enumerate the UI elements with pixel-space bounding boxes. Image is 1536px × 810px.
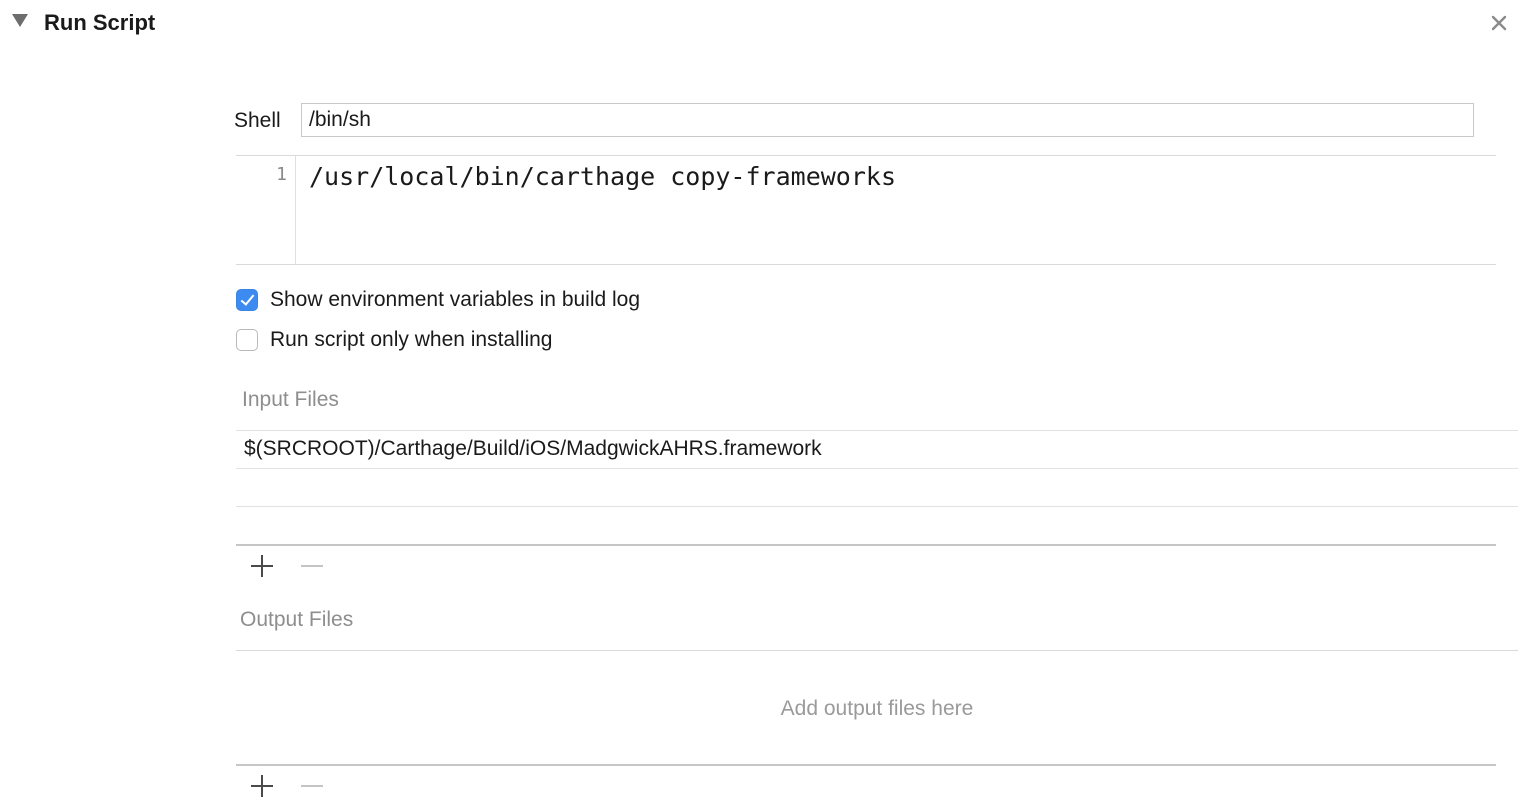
minus-icon[interactable] (299, 553, 325, 579)
input-files-table[interactable]: $(SRCROOT)/Carthage/Build/iOS/MadgwickAH… (236, 430, 1518, 544)
output-files-divider (236, 764, 1496, 766)
input-file-row[interactable] (236, 506, 1518, 544)
output-files-table[interactable]: Add output files here (236, 650, 1518, 766)
run-only-installing-checkbox[interactable] (236, 329, 258, 351)
triangle-down-icon[interactable] (12, 14, 28, 27)
run-only-installing-option[interactable]: Run script only when installing (236, 328, 552, 352)
shell-input[interactable] (301, 103, 1474, 137)
line-number-gutter: 1 (236, 156, 296, 264)
script-code-line[interactable]: /usr/local/bin/carthage copy-frameworks (309, 162, 896, 191)
output-files-header: Output Files (240, 608, 354, 631)
section-title[interactable]: Run Script (44, 10, 155, 36)
line-number: 1 (276, 164, 287, 185)
show-env-vars-checkbox[interactable] (236, 289, 258, 311)
input-file-row[interactable] (236, 468, 1518, 506)
plus-icon[interactable] (249, 553, 275, 579)
minus-icon[interactable] (299, 773, 325, 799)
run-script-phase: Run Script Shell 1 /usr/local/bin/cartha… (0, 0, 1536, 810)
plus-icon[interactable] (249, 773, 275, 799)
input-file-row[interactable]: $(SRCROOT)/Carthage/Build/iOS/MadgwickAH… (236, 430, 1518, 468)
run-only-installing-label[interactable]: Run script only when installing (270, 328, 552, 352)
shell-label: Shell (234, 109, 281, 132)
show-env-vars-label[interactable]: Show environment variables in build log (270, 288, 640, 312)
show-env-vars-option[interactable]: Show environment variables in build log (236, 288, 640, 312)
output-files-placeholder: Add output files here (780, 697, 974, 720)
script-editor[interactable]: 1 /usr/local/bin/carthage copy-framework… (236, 155, 1496, 265)
input-files-header: Input Files (242, 388, 339, 411)
close-icon[interactable] (1488, 12, 1510, 34)
input-files-divider (236, 544, 1496, 546)
